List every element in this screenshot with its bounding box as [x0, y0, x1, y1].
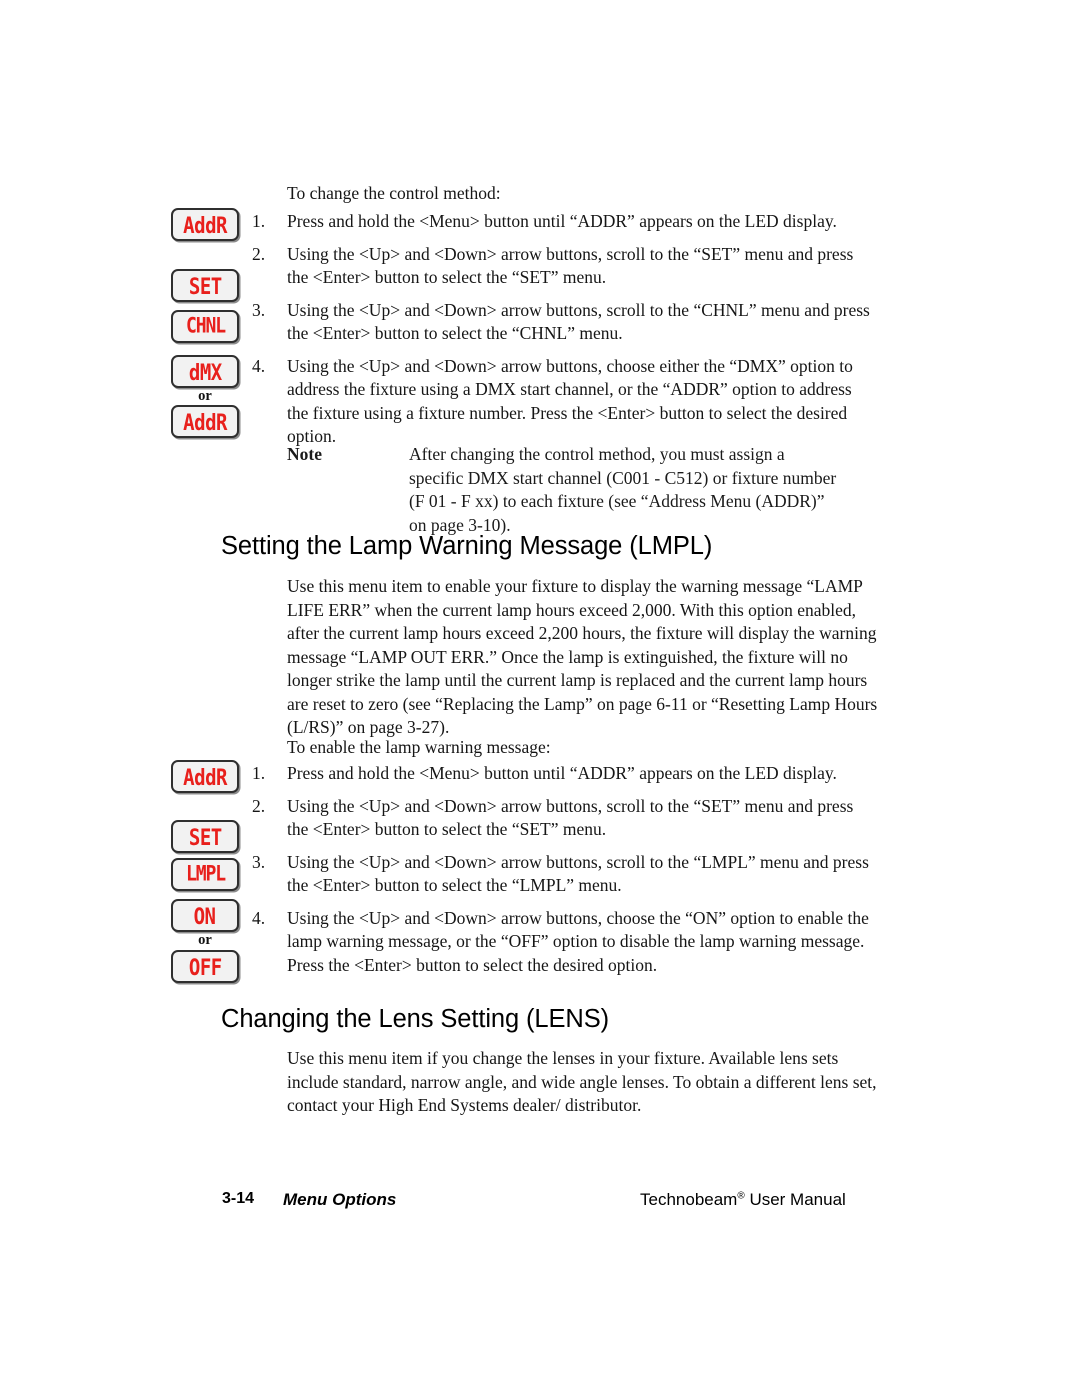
led-segment-text: CHNL [185, 313, 226, 339]
step-text: Using the <Up> and <Down> arrow buttons,… [287, 907, 869, 975]
step-number: 2. [252, 795, 266, 816]
lamp-warning-lead-text: To enable the lamp warning message: [287, 737, 551, 757]
footer-manual-brand: Technobeam [640, 1190, 738, 1209]
list-item: 3. Using the <Up> and <Down> arrow butto… [252, 851, 872, 898]
list-item: 1. Press and hold the <Menu> button unti… [252, 210, 872, 234]
step-number: 2. [252, 243, 266, 264]
note-block: Note After changing the control method, … [287, 443, 857, 537]
led-display-dmx: dMX [171, 355, 239, 388]
or-label-2: or [198, 932, 212, 948]
note-label: Note [287, 444, 322, 464]
step-text: Press and hold the <Menu> button until “… [287, 211, 837, 231]
or-label-1: or [198, 388, 212, 404]
footer-manual-suffix: User Manual [744, 1190, 846, 1209]
control-method-lead-text: To change the control method: [287, 183, 501, 203]
page-title-lens-setting: Changing the Lens Setting (LENS) [221, 1005, 610, 1033]
list-item: 3. Using the <Up> and <Down> arrow butto… [252, 299, 872, 346]
list-item: 4. Using the <Up> and <Down> arrow butto… [252, 907, 872, 978]
step-text: Using the <Up> and <Down> arrow buttons,… [287, 851, 869, 896]
led-display-set-2: SET [171, 820, 239, 853]
footer-page-number: 3-14 [222, 1190, 255, 1207]
page-title-lamp-warning: Setting the Lamp Warning Message (LMPL) [221, 532, 713, 560]
led-display-chnl: CHNL [171, 310, 239, 343]
led-segment-text: OFF [188, 953, 222, 980]
control-method-steps: 1. Press and hold the <Menu> button unti… [252, 210, 872, 458]
step-number: 1. [252, 211, 266, 231]
manual-page: To change the control method: AddR SET C… [0, 0, 1080, 1397]
led-segment-text: AddR [183, 763, 227, 790]
led-display-addr-2: AddR [171, 405, 239, 438]
lamp-warning-paragraph: Use this menu item to enable your fixtur… [287, 576, 878, 737]
footer-manual-title: Technobeam® User Manual [640, 1190, 860, 1210]
led-segment-text: dMX [188, 358, 222, 385]
list-item: 1. Press and hold the <Menu> button unti… [252, 762, 872, 786]
note-text: After changing the control method, you m… [409, 444, 837, 535]
led-segment-text: LMPL [185, 861, 226, 887]
led-segment-text: AddR [183, 408, 227, 435]
step-text: Using the <Up> and <Down> arrow buttons,… [287, 795, 854, 840]
step-number: 4. [252, 907, 266, 928]
lamp-warning-steps: 1. Press and hold the <Menu> button unti… [252, 762, 872, 986]
led-display-set-1: SET [171, 269, 239, 302]
page-footer: 3-14 Menu Options Technobeam® User Manua… [0, 1190, 1080, 1218]
list-item: 2. Using the <Up> and <Down> arrow butto… [252, 795, 872, 842]
led-display-off: OFF [171, 950, 239, 983]
led-display-on: ON [171, 899, 239, 932]
led-segment-text: SET [188, 272, 222, 299]
step-number: 4. [252, 355, 266, 376]
step-text: Using the <Up> and <Down> arrow buttons,… [287, 355, 853, 447]
led-display-addr-1: AddR [171, 208, 239, 241]
step-number: 1. [252, 763, 266, 783]
step-number: 3. [252, 851, 266, 872]
step-number: 3. [252, 299, 266, 320]
led-segment-text: ON [194, 902, 216, 929]
led-segment-text: AddR [183, 211, 227, 238]
step-text: Using the <Up> and <Down> arrow buttons,… [287, 299, 870, 344]
step-text: Using the <Up> and <Down> arrow buttons,… [287, 243, 854, 288]
footer-section-name: Menu Options [283, 1190, 397, 1209]
registered-trademark-icon: ® [737, 1190, 745, 1202]
step-text: Press and hold the <Menu> button until “… [287, 763, 837, 783]
led-display-addr-3: AddR [171, 760, 239, 793]
led-display-lmpl: LMPL [171, 858, 239, 891]
led-segment-text: SET [188, 823, 222, 850]
lens-setting-paragraph: Use this menu item if you change the len… [287, 1048, 877, 1115]
list-item: 4. Using the <Up> and <Down> arrow butto… [252, 355, 872, 449]
list-item: 2. Using the <Up> and <Down> arrow butto… [252, 243, 872, 290]
